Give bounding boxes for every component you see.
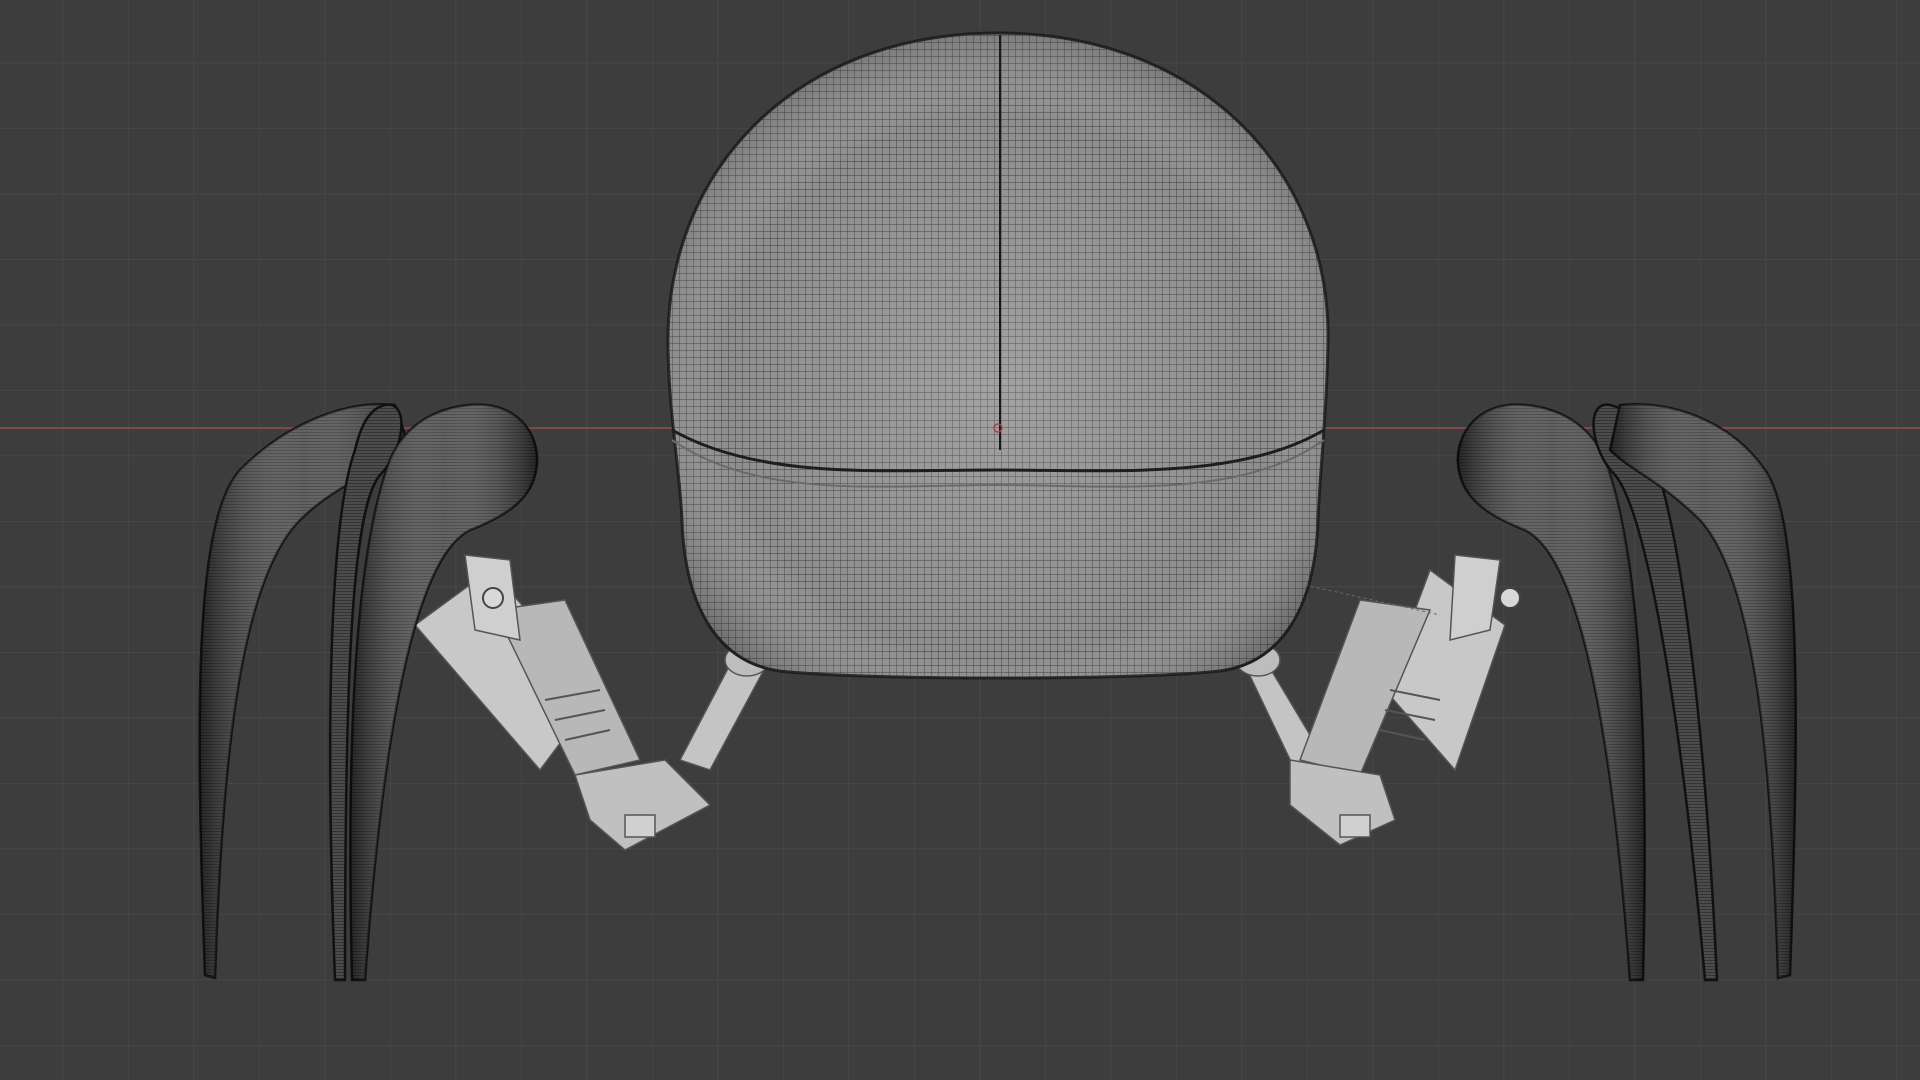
spider-body-mesh[interactable]	[666, 31, 1330, 680]
viewport-canvas[interactable]	[0, 0, 1920, 1080]
3d-viewport[interactable]	[0, 0, 1920, 1080]
